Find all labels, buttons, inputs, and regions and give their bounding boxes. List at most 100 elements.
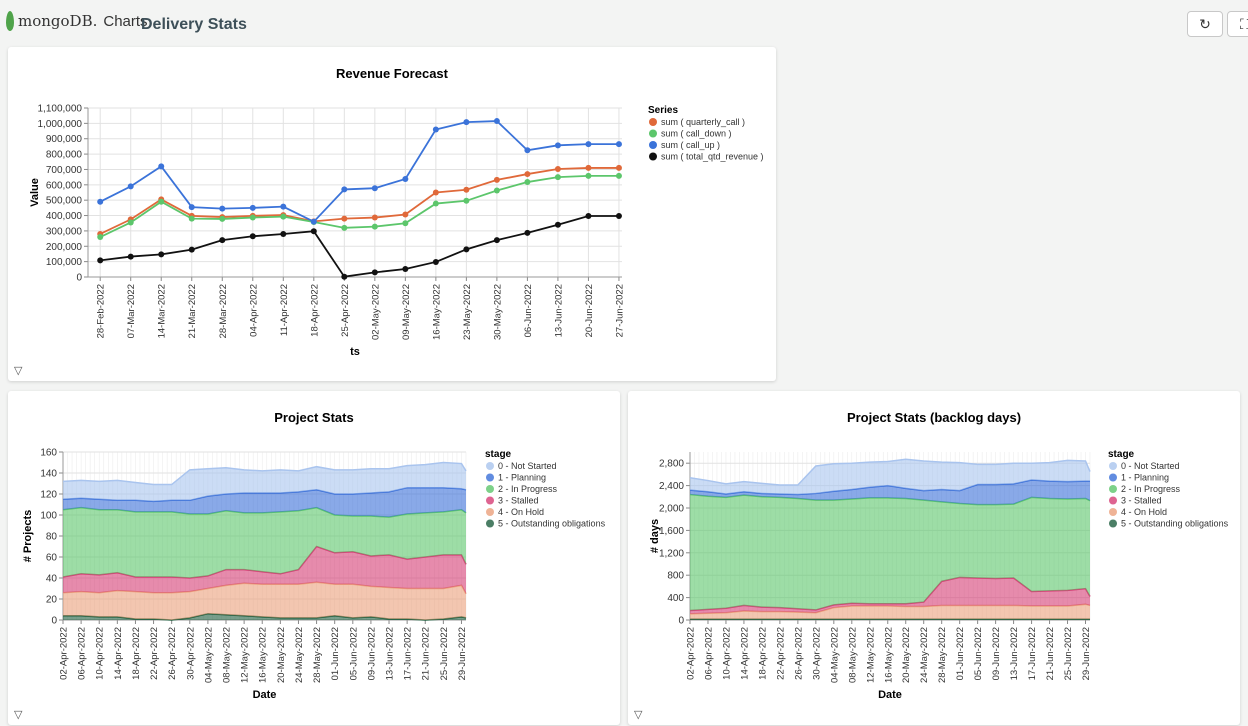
- x-tick-label: 05-Jun-2022: [973, 627, 984, 680]
- x-tick-label: 13-Jun-2022: [1009, 627, 1020, 680]
- x-tick-label: 10-Apr-2022: [721, 627, 732, 680]
- x-tick-label: 06-Apr-2022: [77, 627, 88, 680]
- refresh-icon: ↻: [1199, 15, 1211, 32]
- series-line: [99, 167, 619, 235]
- data-point: [127, 219, 134, 226]
- x-tick-label: 08-May-2022: [847, 627, 858, 683]
- x-tick-label: 14-Apr-2022: [739, 627, 750, 680]
- legend-item: 3 - Stalled: [1121, 496, 1162, 506]
- y-tick-label: 60: [46, 553, 58, 564]
- data-point: [97, 198, 104, 205]
- x-tick-label: 21-Jun-2022: [421, 627, 432, 680]
- data-point: [219, 237, 226, 244]
- x-tick-label: 28-May-2022: [312, 627, 323, 683]
- legend-swatch: [649, 152, 657, 161]
- data-point: [188, 215, 195, 222]
- x-tick-label: 12-May-2022: [240, 627, 251, 683]
- x-tick-label: 25-Jun-2022: [439, 627, 450, 680]
- y-tick-label: 80: [46, 532, 58, 543]
- legend-swatch: [1109, 519, 1117, 528]
- data-point: [371, 223, 378, 230]
- y-tick-label: 160: [40, 448, 57, 459]
- legend-item: 0 - Not Started: [1121, 461, 1180, 471]
- filter-icon[interactable]: ▽: [634, 708, 642, 721]
- y-tick-label: 2,400: [659, 481, 684, 492]
- y-axis-label: # Projects: [22, 510, 34, 563]
- refresh-button[interactable]: ↻: [1187, 11, 1223, 37]
- x-tick-label: 04-May-2022: [203, 627, 214, 683]
- legend-swatch: [486, 473, 494, 482]
- y-tick-label: 40: [46, 574, 58, 585]
- x-tick-label: 29-Jun-2022: [457, 627, 468, 680]
- y-tick-label: 20: [46, 595, 58, 606]
- legend-swatch: [1109, 473, 1117, 482]
- x-tick-label: 10-Apr-2022: [95, 627, 106, 680]
- x-tick-label: 13-Jun-2022: [385, 627, 396, 680]
- data-point: [341, 224, 348, 231]
- x-tick-label: 17-Jun-2022: [1027, 627, 1038, 680]
- x-tick-label: 14-Mar-2022: [157, 284, 168, 338]
- data-point: [249, 233, 256, 240]
- x-tick-label: 21-Mar-2022: [187, 284, 198, 338]
- data-point: [249, 204, 256, 211]
- legend-swatch: [649, 118, 657, 126]
- x-tick-label: 12-May-2022: [865, 627, 876, 683]
- x-tick-label: 01-Jun-2022: [955, 627, 966, 680]
- data-point: [463, 246, 470, 253]
- data-point: [127, 253, 134, 260]
- chart-card-project-stats-backlog: Project Stats (backlog days) 0 400 800 1,200…: [628, 391, 1240, 725]
- data-point: [432, 258, 439, 265]
- x-tick-label: 18-Apr-2022: [309, 284, 320, 337]
- x-tick-label: 20-May-2022: [276, 627, 287, 683]
- legend-item: 4 - On Hold: [1121, 507, 1167, 517]
- mongodb-charts-logo[interactable]: mongoDB. Charts: [6, 11, 148, 31]
- filter-icon[interactable]: ▽: [14, 708, 22, 721]
- x-tick-label: 11-Apr-2022: [279, 284, 290, 336]
- legend-swatch: [1109, 485, 1117, 493]
- data-point: [493, 118, 500, 125]
- data-point: [585, 164, 592, 171]
- data-point: [341, 215, 348, 222]
- x-tick-label: 02-Apr-2022: [686, 627, 697, 680]
- x-tick-label: 16-May-2022: [883, 627, 894, 683]
- data-point: [493, 176, 500, 183]
- y-tick-label: 900,000: [46, 134, 83, 145]
- revenue-forecast-chart: Revenue Forecast 0 100,000 200,000 300,000 40…: [29, 66, 764, 358]
- legend-item: 0 - Not Started: [498, 461, 557, 471]
- legend-swatch: [1109, 496, 1117, 505]
- y-axis-label: # days: [649, 519, 661, 553]
- x-tick-label: 08-May-2022: [222, 627, 233, 683]
- x-tick-label: 22-Apr-2022: [149, 627, 160, 680]
- y-tick-label: 800: [667, 571, 684, 582]
- y-tick-label: 400: [667, 593, 684, 604]
- data-point: [158, 198, 165, 205]
- data-point: [158, 163, 165, 170]
- chart-title: Project Stats: [274, 410, 353, 425]
- y-tick-label: 200,000: [46, 242, 83, 253]
- x-tick-label: 30-May-2022: [492, 284, 503, 340]
- legend-item: 2 - In Progress: [498, 484, 558, 494]
- legend-title: stage: [1108, 449, 1135, 460]
- data-point: [615, 213, 622, 220]
- chart-title: Project Stats (backlog days): [847, 410, 1021, 425]
- legend-swatch: [486, 462, 494, 470]
- legend-title: Series: [648, 105, 678, 116]
- fullscreen-button[interactable]: ⛶: [1227, 11, 1248, 37]
- data-point: [341, 273, 348, 280]
- x-tick-label: 29-Jun-2022: [1081, 627, 1092, 680]
- legend-swatch: [649, 141, 657, 149]
- y-tick-label: 1,100,000: [38, 104, 83, 115]
- y-tick-label: 140: [40, 469, 57, 480]
- project-stats-chart: Project Stats 0 20 40 60 80 100 120 140 160 02-Apr…: [22, 410, 606, 701]
- data-point: [615, 141, 622, 148]
- x-tick-label: 23-May-2022: [462, 284, 473, 340]
- x-tick-label: 17-Jun-2022: [403, 627, 414, 680]
- data-point: [432, 126, 439, 133]
- data-point: [524, 171, 531, 178]
- x-tick-label: 04-Apr-2022: [248, 284, 259, 337]
- filter-icon[interactable]: ▽: [14, 364, 22, 377]
- x-tick-label: 06-Apr-2022: [703, 627, 714, 680]
- data-point: [188, 246, 195, 253]
- x-tick-label: 07-Mar-2022: [126, 284, 137, 338]
- x-tick-label: 20-Jun-2022: [584, 284, 595, 337]
